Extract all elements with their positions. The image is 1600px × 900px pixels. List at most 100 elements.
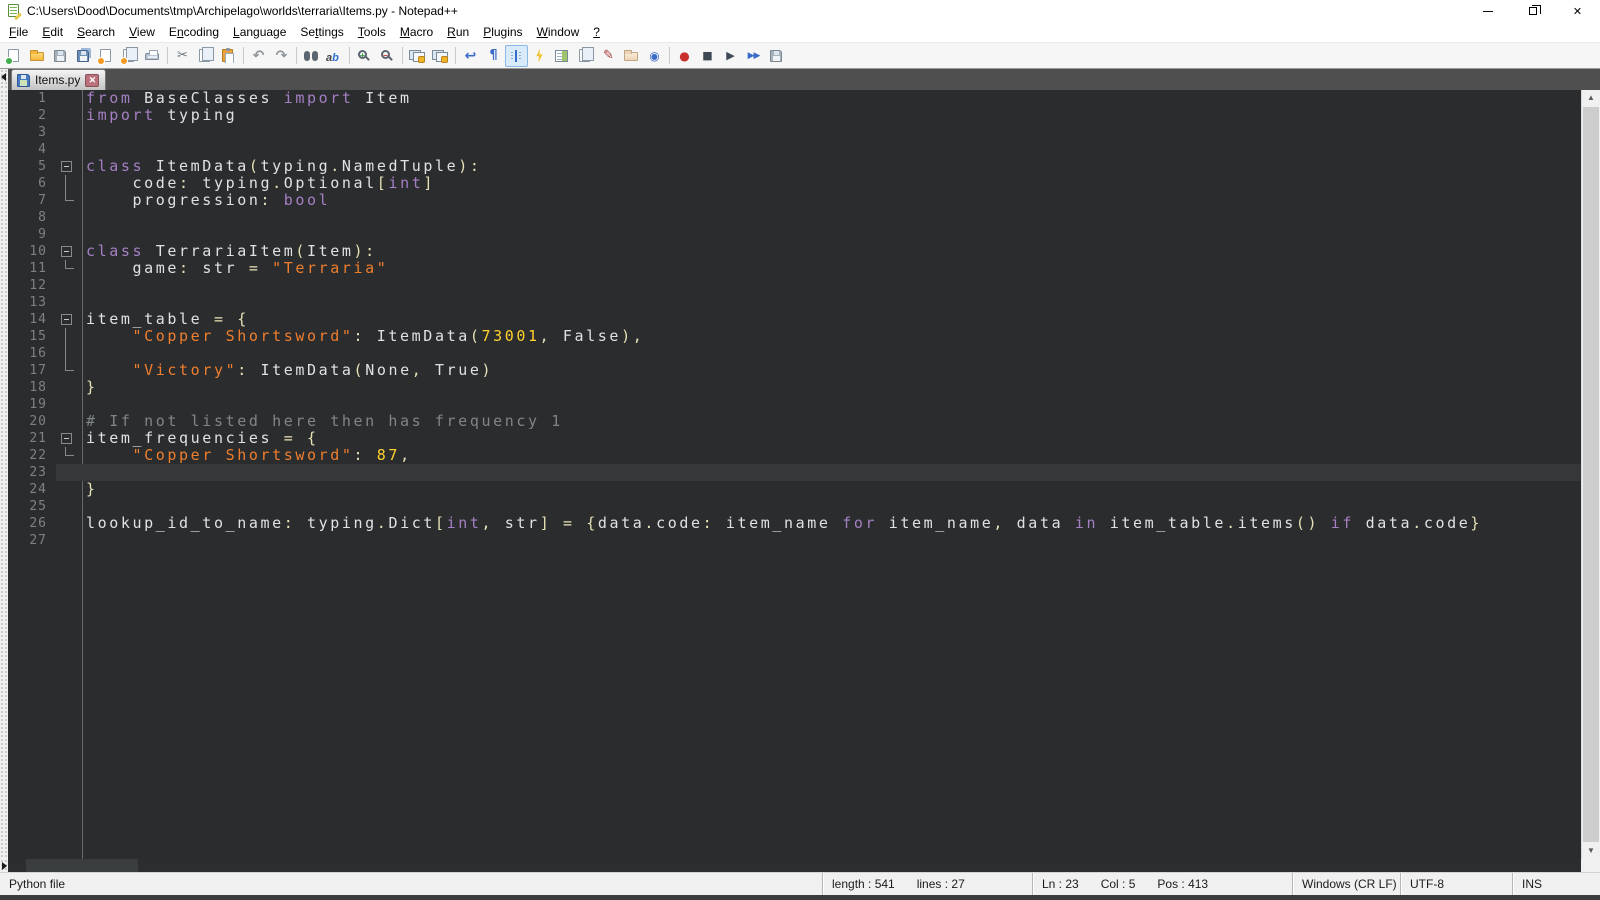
code-line-current[interactable]: 23	[8, 464, 1581, 481]
code-line[interactable]: 20# If not listed here then has frequenc…	[8, 413, 1581, 430]
code-text	[82, 209, 86, 226]
monitoring-button[interactable]: ◉	[643, 45, 666, 67]
code-line[interactable]: 15 "Copper Shortsword": ItemData(73001, …	[8, 328, 1581, 345]
close-all-button[interactable]	[118, 45, 141, 67]
folder-as-workspace-button[interactable]	[620, 45, 643, 67]
save-file-button[interactable]	[49, 45, 72, 67]
menu-file[interactable]: File	[2, 23, 35, 41]
code-line[interactable]: 11 game: str = "Terraria"	[8, 260, 1581, 277]
scroll-up-arrow[interactable]: ▲	[1582, 90, 1600, 106]
menu-settings[interactable]: Settings	[293, 23, 350, 41]
menu-encoding[interactable]: Encoding	[162, 23, 226, 41]
menu-language[interactable]: Language	[226, 23, 293, 41]
save-all-button[interactable]	[72, 45, 95, 67]
code-line[interactable]: 10class TerrariaItem(Item):	[8, 243, 1581, 260]
menu-view[interactable]: View	[122, 23, 162, 41]
code-line[interactable]: 27	[8, 532, 1581, 549]
menu-plugins[interactable]: Plugins	[476, 23, 529, 41]
paste-button[interactable]	[217, 45, 240, 67]
save-macro-button[interactable]	[765, 45, 788, 67]
copy-button[interactable]	[194, 45, 217, 67]
menu-edit[interactable]: Edit	[35, 23, 70, 41]
open-file-button[interactable]	[26, 45, 49, 67]
line-number: 10	[8, 243, 56, 260]
document-list-button[interactable]	[574, 45, 597, 67]
define-language-button[interactable]	[528, 45, 551, 67]
new-file-button[interactable]	[3, 45, 26, 67]
dock-splitter-bottom[interactable]	[0, 859, 8, 872]
code-editor[interactable]: 1from BaseClasses import Item2import typ…	[8, 90, 1581, 859]
horizontal-scrollbar-thumb[interactable]	[26, 859, 138, 872]
code-line[interactable]: 16	[8, 345, 1581, 362]
fold-start-marker[interactable]	[56, 430, 82, 447]
fold-start-marker[interactable]	[56, 311, 82, 328]
code-line[interactable]: 14item_table = {	[8, 311, 1581, 328]
menu-run[interactable]: Run	[440, 23, 476, 41]
menu-search[interactable]: Search	[70, 23, 122, 41]
document-list-icon	[577, 48, 594, 64]
code-line[interactable]: 12	[8, 277, 1581, 294]
code-line[interactable]: 22 "Copper Shortsword": 87,	[8, 447, 1581, 464]
vertical-scrollbar-thumb[interactable]	[1583, 107, 1599, 842]
notepad-plus-plus-window: C:\Users\Dood\Documents\tmp\Archipelago\…	[0, 0, 1600, 900]
dock-collapse-right-icon	[2, 862, 7, 870]
code-line[interactable]: 25	[8, 498, 1581, 515]
fold-margin	[56, 226, 82, 243]
fold-start-marker[interactable]	[56, 243, 82, 260]
code-line[interactable]: 18}	[8, 379, 1581, 396]
fold-end-marker	[56, 362, 82, 379]
find-button[interactable]	[300, 45, 323, 67]
close-button[interactable]: ✕	[1555, 0, 1600, 22]
close-file-button[interactable]	[95, 45, 118, 67]
restore-button[interactable]	[1510, 0, 1555, 22]
vertical-scrollbar[interactable]: ▲ ▼	[1581, 90, 1600, 859]
redo-button[interactable]: ↷	[270, 45, 293, 67]
code-line[interactable]: 8	[8, 209, 1581, 226]
function-list-button[interactable]: ✎	[597, 45, 620, 67]
code-line[interactable]: 6 code: typing.Optional[int]	[8, 175, 1581, 192]
zoom-in-button[interactable]: +	[353, 45, 376, 67]
code-line[interactable]: 1from BaseClasses import Item	[8, 90, 1581, 107]
menu-help[interactable]: ?	[586, 23, 607, 41]
tab-close-icon[interactable]: ✕	[85, 74, 99, 87]
tab-items-py[interactable]: Items.py ✕	[11, 69, 106, 90]
code-line[interactable]: 3	[8, 124, 1581, 141]
show-all-characters-button[interactable]: ¶	[482, 45, 505, 67]
code-line[interactable]: 17 "Victory": ItemData(None, True)	[8, 362, 1581, 379]
print-button[interactable]	[141, 45, 164, 67]
menu-macro[interactable]: Macro	[393, 23, 440, 41]
code-line[interactable]: 9	[8, 226, 1581, 243]
run-macro-multiple-button[interactable]: ▶▶	[742, 45, 765, 67]
menu-window[interactable]: Window	[530, 23, 587, 41]
sync-vertical-scroll-button[interactable]	[406, 45, 429, 67]
replace-button[interactable]: ab	[323, 45, 346, 67]
code-line[interactable]: 5class ItemData(typing.NamedTuple):	[8, 158, 1581, 175]
dock-splitter-top[interactable]	[0, 69, 8, 90]
sync-horizontal-scroll-button[interactable]	[429, 45, 452, 67]
code-line[interactable]: 13	[8, 294, 1581, 311]
scroll-down-arrow[interactable]: ▼	[1582, 843, 1600, 859]
cut-button[interactable]: ✂	[171, 45, 194, 67]
document-map-button[interactable]	[551, 45, 574, 67]
code-line[interactable]: 2import typing	[8, 107, 1581, 124]
horizontal-scrollbar[interactable]	[8, 859, 1581, 872]
fold-start-marker[interactable]	[56, 158, 82, 175]
stop-macro-button[interactable]: ■	[696, 45, 719, 67]
record-macro-button[interactable]: ●	[673, 45, 696, 67]
word-wrap-button[interactable]: ↩	[459, 45, 482, 67]
zoom-out-button[interactable]: −	[376, 45, 399, 67]
code-line[interactable]: 21item_frequencies = {	[8, 430, 1581, 447]
toolbar-separator	[349, 47, 350, 64]
menu-tools[interactable]: Tools	[351, 23, 393, 41]
code-line[interactable]: 19	[8, 396, 1581, 413]
code-line[interactable]: 7 progression: bool	[8, 192, 1581, 209]
undo-button[interactable]: ↶	[247, 45, 270, 67]
dock-splitter-left[interactable]	[0, 90, 8, 859]
code-line[interactable]: 26lookup_id_to_name: typing.Dict[int, st…	[8, 515, 1581, 532]
minimize-button[interactable]	[1465, 0, 1510, 22]
playback-macro-button[interactable]: ▶	[719, 45, 742, 67]
toolbar: ✂↶↷ab+−↩¶✎◉●■▶▶▶	[0, 42, 1600, 68]
code-line[interactable]: 4	[8, 141, 1581, 158]
show-indent-guide-button[interactable]	[505, 45, 528, 67]
code-line[interactable]: 24}	[8, 481, 1581, 498]
